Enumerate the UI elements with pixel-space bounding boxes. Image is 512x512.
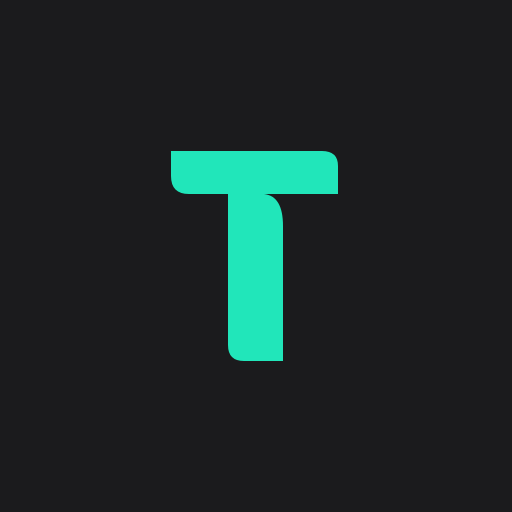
app-icon-canvas (0, 0, 512, 512)
t-logo-shape (171, 151, 338, 361)
t-letter-logo-icon (171, 151, 338, 361)
